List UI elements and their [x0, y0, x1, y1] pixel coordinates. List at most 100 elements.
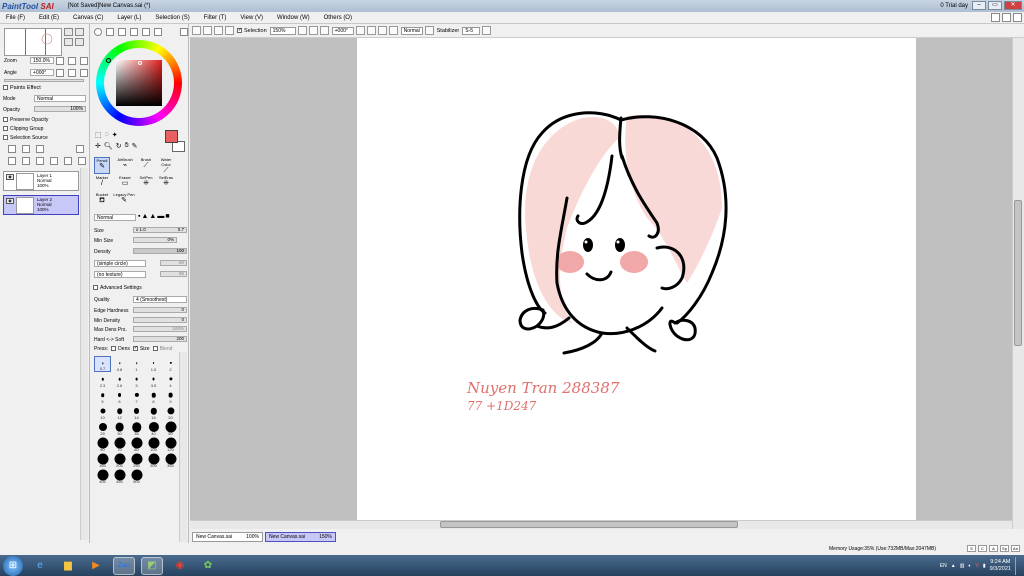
shape-strength-slider[interactable]: 50 [160, 260, 187, 266]
max-dens-slider[interactable]: 100% [133, 326, 187, 332]
tool-brush[interactable]: Brush ⟋ [138, 157, 154, 174]
brush-size-2.6[interactable]: 2.6 [111, 372, 128, 388]
layer-panel-menu-icon[interactable] [76, 145, 84, 153]
brush-size-120[interactable]: 120 [162, 436, 179, 452]
flip-button[interactable] [388, 26, 398, 35]
clock[interactable]: 9:24 AM 9/3/2021 [990, 559, 1011, 573]
brush-size-400[interactable]: 400 [94, 468, 111, 484]
undo-button[interactable] [192, 26, 201, 35]
brush-size-80[interactable]: 80 [128, 436, 145, 452]
brush-size-2[interactable]: 2 [162, 356, 179, 372]
brush-size-100[interactable]: 100 [145, 436, 162, 452]
brush-size-70[interactable]: 70 [111, 436, 128, 452]
zoom-out-button[interactable] [75, 28, 84, 36]
menu-canvas[interactable]: Canvas (C) [73, 15, 103, 21]
eyedropper-icon[interactable]: ✎ [132, 142, 138, 150]
move-icon[interactable]: ✛ [95, 142, 101, 150]
tool-bucket[interactable]: Bucket ⛾ [94, 192, 110, 209]
brush-size-160[interactable]: 160 [94, 452, 111, 468]
menu-others[interactable]: Others (O) [324, 15, 352, 21]
zoom-reset-button[interactable] [319, 26, 329, 35]
brush-size-450[interactable]: 450 [111, 468, 128, 484]
brush-size-350[interactable]: 350 [162, 452, 179, 468]
doc-tab-2[interactable]: New Canvas.sai 150% [264, 531, 336, 542]
horizontal-scroll-thumb[interactable] [440, 521, 738, 528]
stabilizer-button[interactable] [482, 26, 492, 35]
tool-marker[interactable]: Marker / [94, 175, 110, 192]
lasso-icon[interactable]: ◌ [105, 131, 109, 139]
menu-file[interactable]: File (F) [6, 15, 25, 21]
tray-arrow-icon[interactable]: ▲ [951, 563, 956, 569]
mode-button[interactable] [424, 26, 434, 35]
duplicate-layer-icon[interactable] [64, 157, 72, 165]
shape-square-icon[interactable]: ■ [165, 213, 169, 220]
zoom-plus-button[interactable] [68, 57, 76, 65]
brush-size-40[interactable]: 40 [145, 420, 162, 436]
menu-window[interactable]: Window (W) [277, 15, 310, 21]
doc-restore-button[interactable] [1002, 13, 1011, 22]
menu-filter[interactable]: Filter (T) [204, 15, 227, 21]
edge-hardness-slider[interactable]: 0 [133, 307, 187, 313]
tray-app-icon[interactable]: V [975, 563, 978, 569]
doc-close-button[interactable] [1013, 13, 1022, 22]
eye-icon[interactable]: ◉ [6, 198, 14, 204]
brush-size-5[interactable]: 5 [94, 388, 111, 404]
paint-effect-header[interactable]: Paints Effect [3, 85, 41, 91]
redo-button[interactable] [203, 26, 212, 35]
primary-color-swatch[interactable] [165, 130, 178, 143]
press-blend-checkbox[interactable]: Blend [152, 346, 172, 352]
brush-size-500[interactable]: 500 [128, 468, 145, 484]
new-layer-icon[interactable] [8, 145, 16, 153]
new-folder-icon[interactable] [36, 145, 44, 153]
clear-layer-icon[interactable] [36, 157, 44, 165]
layer-properties-icon[interactable] [78, 157, 86, 165]
brush-size-0.7[interactable]: 0.7 [94, 356, 111, 372]
tool-watercolor[interactable]: Water Color ⟋ [158, 157, 174, 174]
zoom-reset-button[interactable] [80, 57, 88, 65]
transfer-down-icon[interactable] [8, 157, 16, 165]
media-player-icon[interactable]: ▶ [85, 557, 107, 575]
hue-picker-cursor[interactable] [106, 58, 111, 63]
brush-size-30[interactable]: 30 [111, 420, 128, 436]
show-desktop-button[interactable] [1015, 557, 1020, 575]
rgb-slider-tab-icon[interactable] [106, 28, 114, 36]
color-wheel-tab-icon[interactable] [94, 28, 102, 36]
navigator-preview[interactable] [4, 28, 62, 56]
layer-item-2[interactable]: ◉ Layer 2 Normal 100% [3, 195, 79, 215]
angle-plus-button[interactable] [68, 69, 76, 77]
rotate-left-button[interactable] [355, 26, 365, 35]
doc-tab-1[interactable]: New Canvas.sai 100% [192, 531, 263, 542]
brush-size-12[interactable]: 12 [111, 404, 128, 420]
brush-size-16[interactable]: 16 [145, 404, 162, 420]
brush-size-35[interactable]: 35 [128, 420, 145, 436]
selection-toggle[interactable]: Selection [237, 28, 267, 34]
angle-field[interactable]: +000° [30, 69, 54, 76]
canvas-mode-select[interactable]: Normal [400, 26, 423, 35]
press-size-checkbox[interactable]: Size [132, 346, 150, 352]
zoom-icon[interactable]: 🔍︎ [104, 142, 113, 150]
opacity-slider[interactable]: 100% [34, 106, 86, 112]
start-button[interactable]: ⊞ [3, 555, 23, 576]
tool-panel-scrollbar[interactable] [179, 352, 187, 542]
zoom-minus-button[interactable] [56, 57, 64, 65]
brush-shape-select[interactable]: (simple circle) [94, 260, 146, 267]
hsv-slider-tab-icon[interactable] [118, 28, 126, 36]
brush-texture-select[interactable]: (no texture) [94, 271, 146, 278]
ie-icon[interactable]: e [29, 557, 51, 575]
brush-size-300[interactable]: 300 [145, 452, 162, 468]
minimize-button[interactable]: – [972, 1, 986, 10]
language-indicator[interactable]: EN [940, 563, 947, 569]
shape-round-icon[interactable]: ▲ [141, 213, 148, 220]
brush-size-3.5[interactable]: 3.5 [145, 372, 162, 388]
brush-size-200[interactable]: 200 [111, 452, 128, 468]
volume-icon[interactable]: 🔈︎ [968, 563, 971, 569]
network-icon[interactable]: ▥ [960, 563, 965, 569]
rotate-right-button[interactable] [75, 38, 84, 46]
angle-reset-button[interactable] [80, 69, 88, 77]
zoom-field[interactable]: 150.0% [30, 57, 54, 64]
menu-view[interactable]: View (V) [240, 15, 263, 21]
tool-pencil[interactable]: Pencil ✎ [94, 157, 110, 174]
eye-icon[interactable]: ◉ [6, 174, 14, 180]
brush-size-9[interactable]: 9 [162, 388, 179, 404]
drawing-canvas[interactable]: Nuyen Tran 288387 77 +1D247 [357, 38, 916, 520]
